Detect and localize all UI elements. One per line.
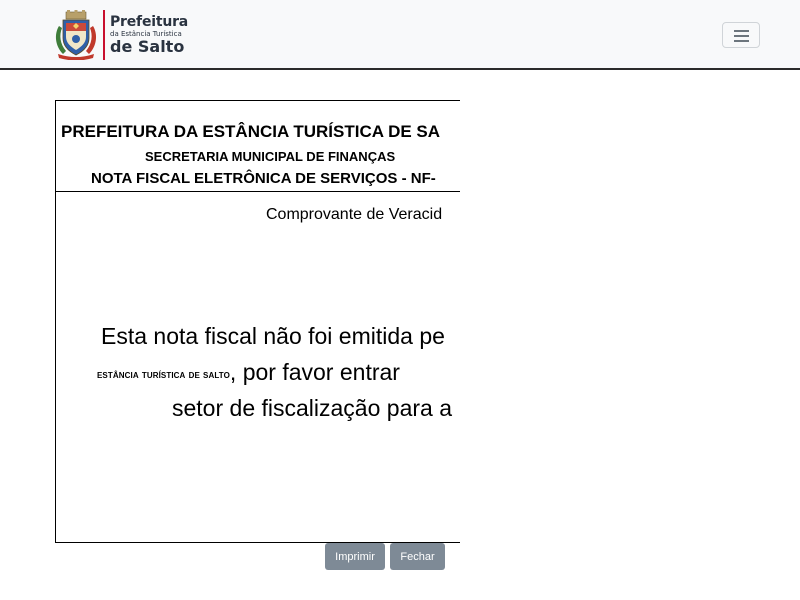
- document-header-subtitle: SECRETARIA MUNICIPAL DE FINANÇAS: [145, 149, 396, 164]
- city-crest-icon: [53, 10, 99, 61]
- brand-text: Prefeitura da Estância Turística de Salt…: [110, 15, 188, 55]
- navbar: Prefeitura da Estância Turística de Salt…: [0, 0, 800, 70]
- brand-title: Prefeitura: [110, 14, 189, 30]
- message-line-3: setor de fiscalização para a: [172, 395, 452, 421]
- header-divider: [56, 191, 460, 192]
- message-line-2-rest: , por favor entrar: [229, 359, 400, 385]
- brand-logo-link[interactable]: Prefeitura da Estância Turística de Salt…: [53, 9, 188, 61]
- message-line-2: estância turística de salto, por favor e…: [97, 359, 400, 386]
- hamburger-icon: [734, 30, 749, 42]
- print-button[interactable]: Imprimir: [325, 543, 385, 570]
- brand-divider: [103, 10, 105, 60]
- message-line-1: Esta nota fiscal não foi emitida pe: [101, 323, 445, 349]
- close-button[interactable]: Fechar: [390, 543, 445, 570]
- navbar-toggle-button[interactable]: [722, 22, 760, 48]
- brand-city: de Salto: [110, 37, 185, 56]
- invoice-frame[interactable]: PREFEITURA DA ESTÂNCIA TURÍSTICA DE SA S…: [55, 100, 460, 543]
- verification-label: Comprovante de Veracid: [266, 206, 443, 223]
- document-type-title: NOTA FISCAL ELETRÔNICA DE SERVIÇOS - NF-: [91, 170, 436, 187]
- message-municipality: estância turística de salto: [97, 369, 230, 381]
- document-header-title: PREFEITURA DA ESTÂNCIA TURÍSTICA DE SA: [61, 122, 441, 141]
